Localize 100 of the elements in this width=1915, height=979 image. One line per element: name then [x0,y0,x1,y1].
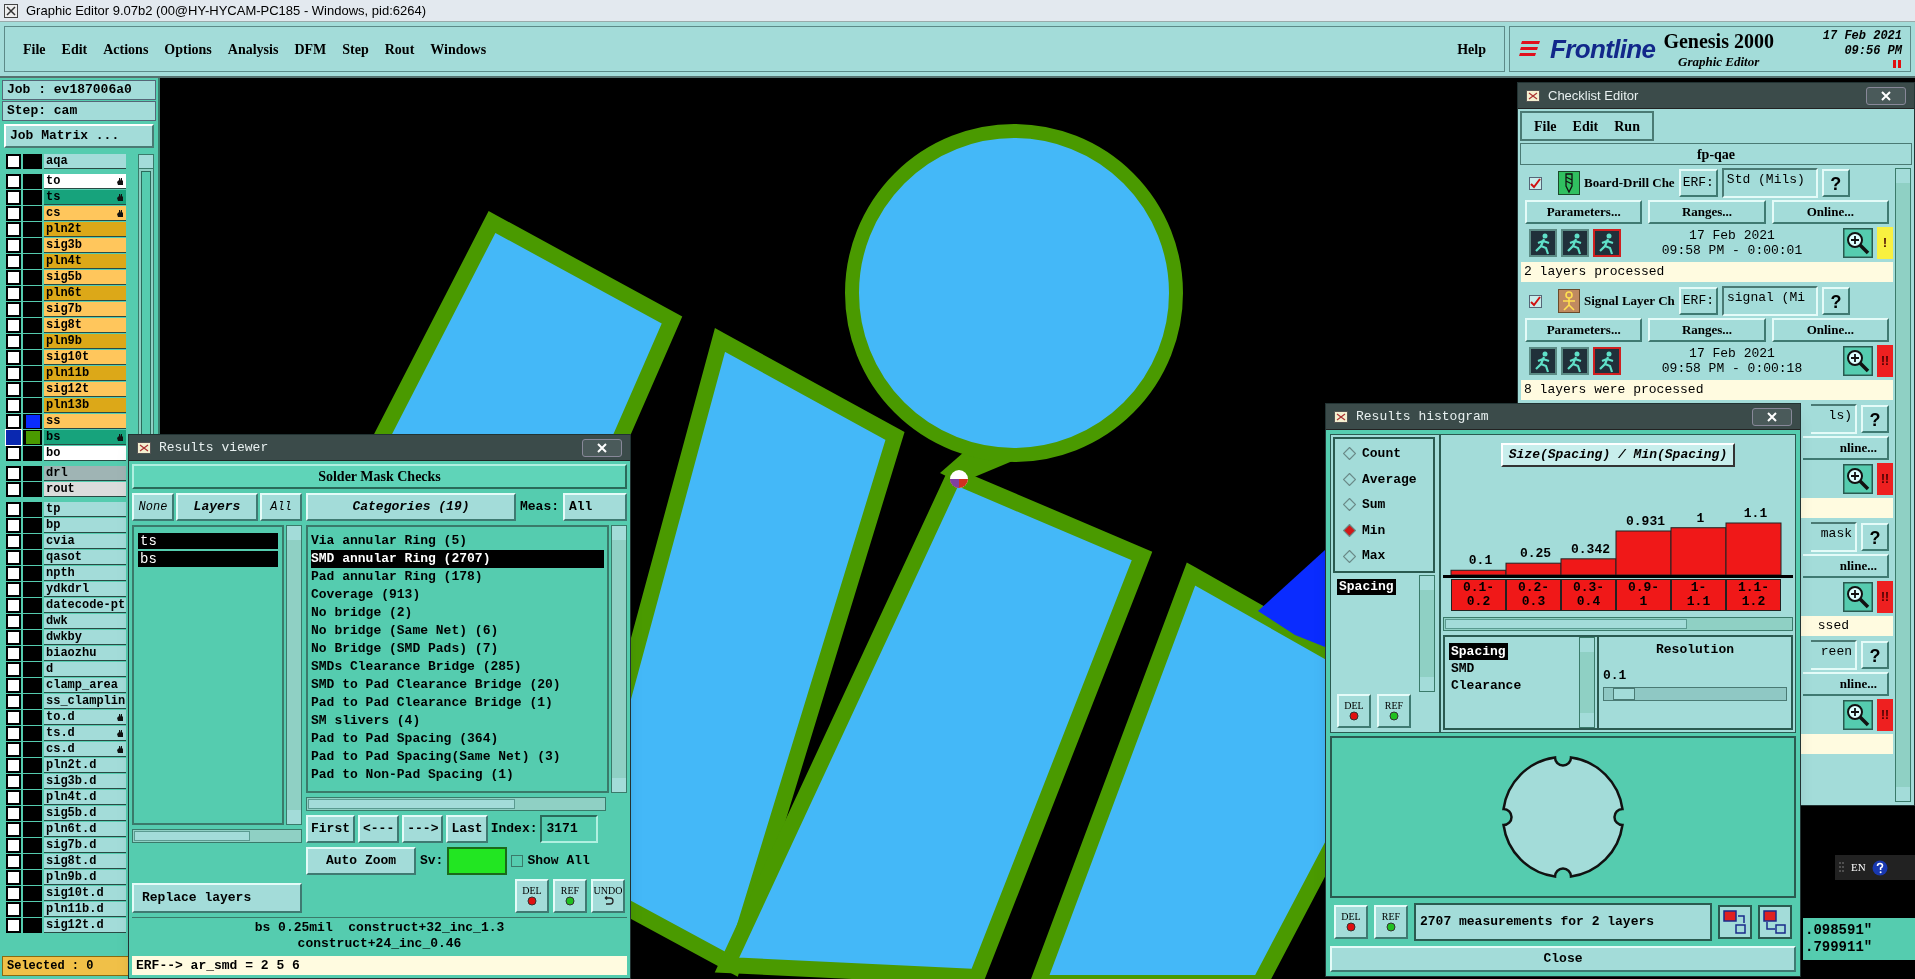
layer-checkbox[interactable] [6,190,21,205]
layer-display-cell[interactable] [23,630,42,645]
layer-checkbox[interactable] [6,382,21,397]
layer-filter-button[interactable]: None [132,493,174,521]
layer-display-cell[interactable] [23,726,42,741]
grip-icon[interactable] [1839,860,1845,875]
layer-checkbox[interactable] [6,286,21,301]
radio-button[interactable] [1343,524,1356,538]
layer-name[interactable]: pln6t [44,286,126,301]
layer-name[interactable]: tp [44,502,126,517]
layer-checkbox[interactable] [6,742,21,757]
layer-display-cell[interactable] [23,614,42,629]
layer-name[interactable]: to.d [44,710,126,725]
histogram-bar[interactable] [1505,562,1562,576]
erf-field[interactable]: mask [1811,522,1857,552]
running-figure-icon[interactable] [1529,347,1557,375]
layer-display-cell[interactable] [23,366,42,381]
layer-checkbox[interactable] [6,550,21,565]
layer-checkbox[interactable] [6,774,21,789]
layer-name[interactable]: pln2t [44,222,126,237]
layer-display-cell[interactable] [23,806,42,821]
scroll-thumb[interactable] [308,798,516,809]
category-list-item[interactable]: SM slivers (4) [311,712,604,730]
check-button[interactable]: Parameters... [1525,200,1643,224]
layer-name[interactable]: sig8t [44,318,126,333]
layer-checkbox[interactable] [6,886,21,901]
histogram-bar[interactable] [1450,569,1507,576]
layer-name[interactable]: bp [44,518,126,533]
layer-name[interactable]: cs.d [44,742,126,757]
category-list-item[interactable]: Pad annular Ring (178) [311,568,604,586]
layer-display-cell[interactable] [23,502,42,517]
zoom-in-icon[interactable] [1843,228,1873,258]
histogram-bar[interactable] [1615,530,1672,576]
layer-name[interactable]: bo [44,446,126,461]
layer-display-cell[interactable] [23,286,42,301]
sv-color-dropdown[interactable] [447,846,508,875]
zoom-in-icon[interactable] [1843,464,1873,494]
type-list-item[interactable]: Clearance [1449,677,1524,694]
layer-name[interactable]: ss [44,414,126,429]
scroll-thumb[interactable] [1445,619,1688,629]
layer-display-cell[interactable] [23,318,42,333]
categories-tab[interactable]: Categories (19) [306,493,516,521]
category-list-item[interactable]: SMD to Pad Clearance Bridge (20) [311,676,604,694]
layer-checkbox[interactable] [6,466,21,481]
layer-checkbox[interactable] [6,174,21,189]
layer-display-cell[interactable] [23,758,42,773]
running-figure-icon[interactable] [1529,229,1557,257]
layer-name[interactable]: sig10t [44,350,126,365]
layer-name[interactable]: sig7b.d [44,838,126,853]
layer-name[interactable]: clamp_area [44,678,126,693]
layer-display-cell[interactable] [23,566,42,581]
menu-item[interactable]: Run [1614,115,1640,137]
layer-display-cell[interactable] [23,598,42,613]
layer-name[interactable]: ts.d [44,726,126,741]
layer-display-cell[interactable] [23,398,42,413]
check-button[interactable]: Ranges... [1648,318,1766,342]
index-field[interactable]: 3171 [540,814,599,843]
running-figure-icon[interactable] [1561,347,1589,375]
resolution-slider[interactable] [1603,687,1787,701]
close-button[interactable] [1866,86,1906,105]
running-figure-icon[interactable] [1593,347,1621,375]
scroll-thumb[interactable] [134,830,251,841]
layer-display-cell[interactable] [23,174,42,189]
menu-item[interactable]: Windows [430,38,487,60]
meas-dropdown[interactable]: All [563,493,627,521]
zoom-in-icon[interactable] [1843,700,1873,730]
layer-name[interactable]: cvia [44,534,126,549]
layer-checkbox[interactable] [6,662,21,677]
layer-name[interactable]: ss_clamplin [44,694,126,709]
close-button[interactable] [1752,407,1792,426]
layer-checkbox[interactable] [6,918,21,933]
category-list-item[interactable]: No bridge (2) [311,604,604,622]
menu-item[interactable]: Rout [384,38,415,60]
layer-display-cell[interactable] [23,206,42,221]
measure-list-item[interactable]: Spacing [1337,579,1396,595]
layer-checkbox[interactable] [6,398,21,413]
menu-item[interactable]: Step [342,38,369,60]
type-list-item[interactable]: Spacing [1449,643,1508,660]
job-matrix-button[interactable]: Job Matrix ... [4,124,154,148]
layer-checkbox[interactable] [6,822,21,837]
scrollbar[interactable] [132,828,302,843]
layer-display-cell[interactable] [23,550,42,565]
layer-name[interactable]: qasot [44,550,126,565]
layer-display-cell[interactable] [23,790,42,805]
layer-name[interactable]: sig7b [44,302,126,317]
layer-checkbox[interactable] [6,446,21,461]
layer-checkbox[interactable] [6,902,21,917]
layer-display-cell[interactable] [23,774,42,789]
erf-button[interactable]: ERF: [1678,287,1718,315]
layer-name[interactable]: biaozhu [44,646,126,661]
chart-import-icon[interactable] [1758,905,1792,940]
category-list-item[interactable]: Pad to Pad Spacing(Same Net) (3) [311,748,604,766]
layer-checkbox[interactable] [6,350,21,365]
scrollbar[interactable] [1419,575,1435,693]
help-button[interactable]: ? [1861,523,1889,551]
category-list-item[interactable]: Via annular Ring (5) [311,532,604,550]
layer-display-cell[interactable] [23,918,42,933]
help-button[interactable]: ? [1861,641,1889,669]
layer-name[interactable]: pln4t.d [44,790,126,805]
layer-name[interactable]: sig10t.d [44,886,126,901]
